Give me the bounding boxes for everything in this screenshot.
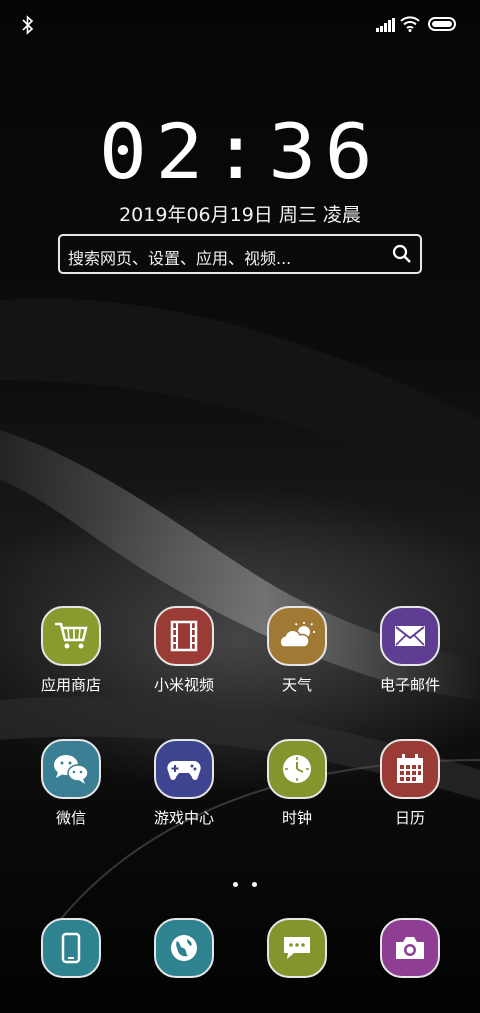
clock-icon <box>267 739 327 799</box>
battery-icon <box>428 17 456 31</box>
app-label: 游戏中心 <box>153 809 214 827</box>
app-email[interactable]: 电子邮件 <box>360 606 460 695</box>
dock-browser[interactable] <box>134 918 234 978</box>
app-mi-video[interactable]: 小米视频 <box>134 606 234 695</box>
app-calendar[interactable]: 日历 <box>360 739 460 828</box>
chat-icon <box>41 739 101 799</box>
app-weather[interactable]: 天气 <box>247 606 347 695</box>
bluetooth-icon <box>22 15 34 35</box>
film-icon <box>154 606 214 666</box>
page-dot-active <box>233 882 238 887</box>
status-bar <box>0 0 480 52</box>
gamepad-icon <box>154 739 214 799</box>
app-label: 天气 <box>281 676 312 694</box>
search-icon[interactable] <box>392 244 412 264</box>
mail-icon <box>380 606 440 666</box>
date-text: 2019年06月19日 周三 凌晨 <box>119 204 361 226</box>
dock-phone[interactable] <box>21 918 121 978</box>
wifi-icon <box>400 16 420 32</box>
cart-icon <box>41 606 101 666</box>
app-label: 电子邮件 <box>379 676 440 694</box>
calendar-icon <box>380 739 440 799</box>
signal-icon <box>376 18 395 32</box>
app-label: 应用商店 <box>40 676 101 694</box>
clock-time: 02:36 <box>98 107 382 196</box>
app-game-center[interactable]: 游戏中心 <box>134 739 234 828</box>
weather-icon <box>267 606 327 666</box>
app-label: 时钟 <box>281 809 312 827</box>
app-wechat[interactable]: 微信 <box>21 739 121 828</box>
dock-camera[interactable] <box>360 918 460 978</box>
app-clock[interactable]: 时钟 <box>247 739 347 828</box>
message-icon <box>267 918 327 978</box>
search-placeholder: 搜索网页、设置、应用、视频... <box>68 249 292 268</box>
app-label: 微信 <box>55 809 86 827</box>
app-store[interactable]: 应用商店 <box>21 606 121 695</box>
camera-icon <box>380 918 440 978</box>
app-label: 小米视频 <box>153 676 214 694</box>
browser-icon <box>154 918 214 978</box>
dock-messages[interactable] <box>247 918 347 978</box>
search-bar[interactable]: 搜索网页、设置、应用、视频... <box>58 234 422 274</box>
phone-icon <box>41 918 101 978</box>
app-label: 日历 <box>394 809 425 827</box>
page-dot <box>252 882 257 887</box>
page-indicator <box>226 872 264 891</box>
